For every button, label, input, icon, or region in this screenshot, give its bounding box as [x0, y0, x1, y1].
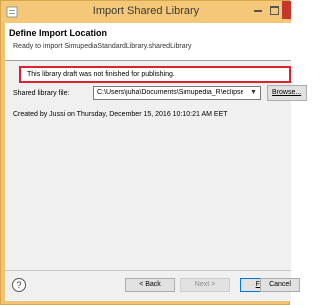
browse-button-label: Browse...	[272, 89, 302, 96]
minimize-button[interactable]	[250, 2, 266, 18]
maximize-icon	[270, 6, 279, 15]
question-mark-icon[interactable]: ?	[12, 278, 26, 292]
browse-button[interactable]: Browse...	[267, 85, 307, 101]
error-message: This library draft was not finished for …	[27, 71, 175, 78]
next-button[interactable]: Next >	[180, 278, 230, 292]
window-title: Import Shared Library	[92, 5, 200, 17]
shared-library-combo[interactable]: C:\Users\juha\Documents\Simupedia_R\ecli…	[93, 86, 261, 100]
shared-library-label: Shared library file:	[13, 90, 70, 97]
shared-library-path[interactable]: C:\Users\juha\Documents\Simupedia_R\ecli…	[97, 89, 243, 96]
cancel-button[interactable]: Cancel	[260, 278, 300, 292]
header-divider	[5, 60, 291, 61]
page-title: Define Import Location	[9, 28, 108, 38]
maximize-button[interactable]	[266, 2, 282, 18]
page-description: Ready to import SimupediaStandardLibrary…	[13, 43, 192, 50]
back-button[interactable]: < Back	[125, 278, 175, 292]
dialog-window: Import Shared Library Define Import Loca…	[0, 0, 307, 305]
created-by-info: Created by Jussi on Thursday, December 1…	[13, 111, 228, 118]
chevron-down-icon[interactable]: ▼	[250, 89, 257, 96]
close-button[interactable]	[282, 1, 291, 19]
wizard-header: Define Import Location Ready to import S…	[5, 23, 291, 60]
dialog-body: Define Import Location Ready to import S…	[5, 23, 307, 301]
title-bar[interactable]: Import Shared Library	[1, 1, 291, 23]
footer-divider	[5, 270, 291, 271]
minimize-icon	[254, 10, 262, 12]
error-banner: This library draft was not finished for …	[19, 66, 291, 83]
